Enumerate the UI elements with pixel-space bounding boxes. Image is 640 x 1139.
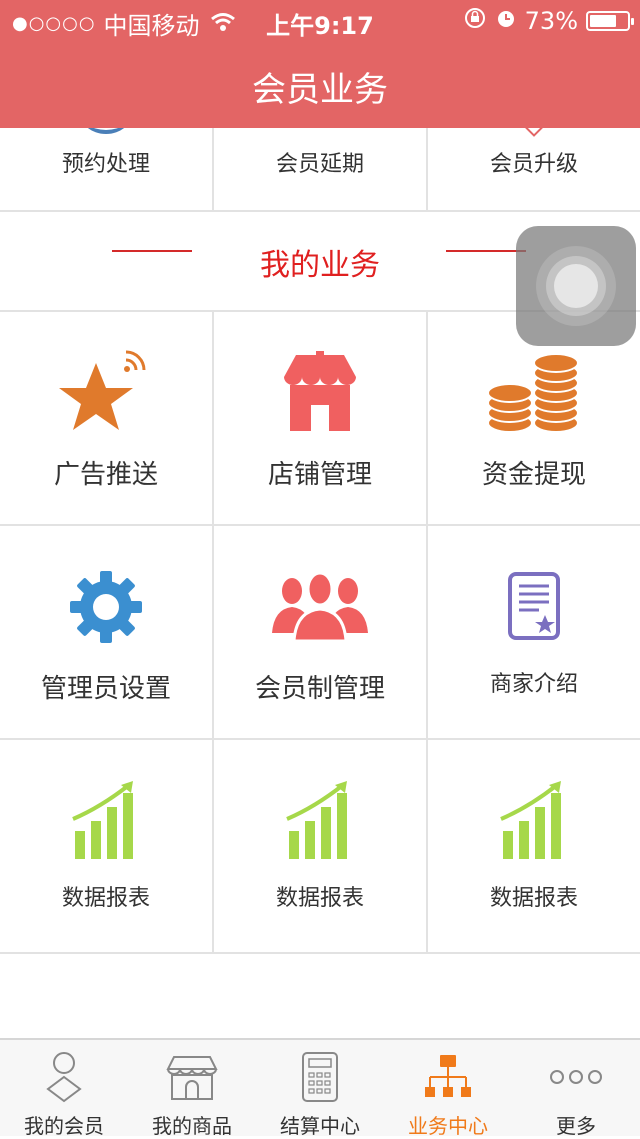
- appointment-item[interactable]: 预约处理: [0, 128, 214, 210]
- ad-push-item[interactable]: 广告推送: [0, 312, 214, 524]
- tab-label: 业务中心: [408, 1114, 488, 1138]
- member-system-label: 会员制管理: [254, 674, 385, 704]
- org-chart-icon: [420, 1050, 476, 1104]
- merchant-intro-label: 商家介绍: [489, 672, 578, 697]
- assistive-touch-button[interactable]: [516, 226, 636, 346]
- diamond-icon: [524, 128, 544, 137]
- tab-business-center[interactable]: 业务中心: [384, 1040, 512, 1138]
- report-item-1[interactable]: 数据报表: [0, 740, 214, 952]
- page-title: 会员业务: [252, 70, 388, 110]
- grid-row: 管理员设置 会员制管理 商家介绍: [0, 526, 640, 740]
- report-item-3[interactable]: 数据报表: [428, 740, 640, 952]
- report-label: 数据报表: [275, 886, 364, 911]
- store-icon: [164, 1050, 220, 1104]
- member-icon: [36, 1050, 92, 1104]
- tab-my-members[interactable]: 我的会员: [0, 1040, 128, 1138]
- bar-chart-icon: [270, 776, 370, 866]
- certificate-icon: [484, 562, 584, 652]
- admin-settings-label: 管理员设置: [40, 674, 171, 704]
- bar-chart-icon: [484, 776, 584, 866]
- more-icon: [548, 1050, 604, 1104]
- tab-label: 结算中心: [280, 1114, 360, 1138]
- alarm-icon: [495, 7, 517, 35]
- business-grid: 广告推送 店铺管理 资金提现 管理员设置 会员制管理 商家介绍 数据报表 数据报…: [0, 312, 640, 954]
- shop-manage-item[interactable]: 店铺管理: [214, 312, 428, 524]
- section-divider-right: [446, 250, 526, 252]
- battery-percent: 73%: [524, 7, 578, 35]
- grid-row: 数据报表 数据报表 数据报表: [0, 740, 640, 954]
- star-signal-icon: [56, 348, 156, 438]
- report-label: 数据报表: [489, 886, 578, 911]
- shop-manage-label: 店铺管理: [267, 460, 372, 490]
- tab-my-products[interactable]: 我的商品: [128, 1040, 256, 1138]
- merchant-intro-item[interactable]: 商家介绍: [428, 526, 640, 738]
- battery-icon: [586, 11, 634, 31]
- bar-chart-icon: [56, 776, 156, 866]
- top-action-row: 预约处理 会员延期 会员升级: [0, 128, 640, 212]
- calculator-icon: [292, 1050, 348, 1104]
- status-bar: ●○○○○ 中国移动 上午9:17 73%: [0, 0, 640, 40]
- rotation-lock-icon: [463, 6, 487, 36]
- member-extend-item[interactable]: 会员延期: [214, 128, 428, 210]
- admin-settings-item[interactable]: 管理员设置: [0, 526, 214, 738]
- member-extend-label: 会员延期: [275, 152, 364, 177]
- member-system-item[interactable]: 会员制管理: [214, 526, 428, 738]
- coins-icon: [484, 348, 584, 438]
- tab-bar: 我的会员 我的商品 结算中心 业务中心 更多: [0, 1038, 640, 1138]
- shop-icon: [270, 348, 370, 438]
- withdraw-label: 资金提现: [481, 460, 586, 490]
- report-label: 数据报表: [61, 886, 150, 911]
- tab-label: 更多: [556, 1114, 596, 1138]
- member-upgrade-label: 会员升级: [489, 152, 578, 177]
- users-icon: [270, 562, 370, 652]
- tab-label: 我的会员: [24, 1114, 104, 1138]
- gear-icon: [56, 562, 156, 652]
- member-upgrade-item[interactable]: 会员升级: [428, 128, 640, 210]
- ad-push-label: 广告推送: [53, 460, 158, 490]
- tab-label: 我的商品: [152, 1114, 232, 1138]
- report-item-2[interactable]: 数据报表: [214, 740, 428, 952]
- appointment-icon: [79, 128, 133, 134]
- appointment-label: 预约处理: [61, 152, 150, 177]
- tab-settlement[interactable]: 结算中心: [256, 1040, 384, 1138]
- nav-bar: 会员业务: [0, 40, 640, 128]
- tab-more[interactable]: 更多: [512, 1040, 640, 1138]
